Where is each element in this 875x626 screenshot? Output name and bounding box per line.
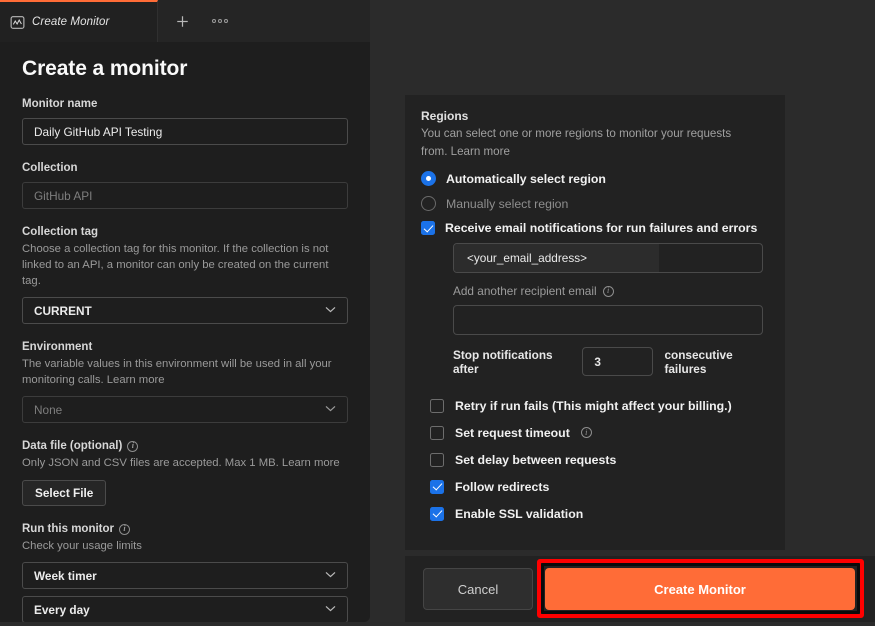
chevron-down-icon: [325, 605, 336, 615]
checkbox-email-notifications[interactable]: Receive email notifications for run fail…: [421, 221, 769, 235]
environment-value: None: [34, 402, 63, 417]
collection-input[interactable]: GitHub API: [22, 182, 348, 209]
collection-label: Collection: [22, 162, 78, 174]
monitor-options-panel: Regions You can select one or more regio…: [405, 95, 785, 550]
checkbox-enable-ssl-validation-label: Enable SSL validation: [455, 506, 584, 521]
radio-unselected-icon: [421, 196, 436, 211]
checkbox-set-request-timeout[interactable]: Set request timeout i: [430, 419, 769, 446]
checkbox-email-notifications-label: Receive email notifications for run fail…: [445, 221, 758, 235]
regions-title: Regions: [421, 109, 469, 123]
panel-gap: [370, 42, 405, 626]
data-file-label: Data file (optional) i: [22, 440, 348, 452]
environment-label: Environment: [22, 341, 93, 353]
collection-tag-select[interactable]: CURRENT: [22, 297, 348, 324]
data-file-label-text: Data file (optional): [22, 440, 123, 452]
checkbox-checked-icon: [430, 479, 444, 494]
field-data-file: Data file (optional) i Only JSON and CSV…: [22, 440, 348, 506]
add-another-recipient-input[interactable]: [453, 305, 763, 335]
radio-manual-select-region[interactable]: Manually select region: [421, 196, 769, 211]
tab-bar: Create Monitor: [0, 0, 875, 42]
checkbox-unchecked-icon: [430, 425, 444, 440]
checkbox-set-delay-between-requests-label: Set delay between requests: [455, 452, 617, 467]
checkbox-checked-icon: [430, 506, 444, 521]
tab-create-monitor[interactable]: Create Monitor: [0, 0, 158, 42]
collection-tag-help: Choose a collection tag for this monitor…: [22, 243, 329, 287]
run-monitor-label: Run this monitor i: [22, 523, 348, 535]
field-monitor-name: Monitor name Daily GitHub API Testing: [22, 98, 348, 145]
collection-tag-value: CURRENT: [34, 303, 92, 318]
advanced-options-list: Retry if run fails (This might affect yo…: [430, 392, 769, 527]
tab-label: Create Monitor: [32, 16, 110, 28]
radio-selected-icon: [421, 171, 436, 186]
checkbox-unchecked-icon: [430, 398, 444, 413]
email-notification-details: <your_email_address> Add another recipie…: [453, 243, 769, 376]
collection-tag-label: Collection tag: [22, 226, 99, 238]
plus-icon[interactable]: [170, 9, 194, 33]
stop-notifications-row: Stop notifications after 3 consecutive f…: [453, 347, 769, 376]
run-timer-value: Week timer: [34, 568, 97, 583]
create-monitor-button[interactable]: Create Monitor: [545, 568, 855, 610]
field-collection: Collection GitHub API: [22, 162, 348, 209]
field-environment: Environment The variable values in this …: [22, 341, 348, 423]
checkbox-retry-if-run-fails[interactable]: Retry if run fails (This might affect yo…: [430, 392, 769, 419]
checkbox-checked-icon: [421, 221, 435, 235]
checkbox-retry-if-run-fails-label: Retry if run fails (This might affect yo…: [455, 398, 732, 413]
run-timer-select[interactable]: Week timer: [22, 562, 348, 589]
select-file-button[interactable]: Select File: [22, 480, 107, 506]
footer-actions: Cancel Create Monitor: [405, 556, 875, 622]
window-bottom-edge: [0, 622, 875, 626]
environment-help: The variable values in this environment …: [22, 358, 332, 386]
environment-select[interactable]: None: [22, 396, 348, 423]
checkbox-enable-ssl-validation[interactable]: Enable SSL validation: [430, 500, 769, 527]
recipient-email-input[interactable]: <your_email_address>: [453, 243, 763, 273]
chevron-down-icon: [325, 405, 336, 415]
stop-notifications-prefix: Stop notifications after: [453, 347, 553, 376]
info-icon[interactable]: i: [580, 427, 592, 438]
monitor-name-label: Monitor name: [22, 98, 98, 110]
recipient-email-value: <your_email_address>: [454, 244, 659, 272]
info-icon[interactable]: i: [602, 285, 614, 297]
cancel-button[interactable]: Cancel: [423, 568, 533, 610]
checkbox-follow-redirects-label: Follow redirects: [455, 479, 550, 494]
checkbox-follow-redirects[interactable]: Follow redirects: [430, 473, 769, 500]
chevron-down-icon: [325, 306, 336, 316]
monitor-form-panel: Create a monitor Monitor name Daily GitH…: [0, 42, 370, 622]
monitor-name-input[interactable]: Daily GitHub API Testing: [22, 118, 348, 145]
add-another-recipient-text: Add another recipient email: [453, 284, 597, 298]
info-icon[interactable]: i: [119, 523, 130, 535]
tab-tools: [158, 0, 370, 42]
app-window: Create Monitor Create a monitor Monitor …: [0, 0, 875, 626]
page-title: Create a monitor: [22, 57, 188, 80]
run-monitor-help: Check your usage limits: [22, 540, 142, 552]
field-run-monitor: Run this monitor i Check your usage limi…: [22, 523, 348, 622]
footer-bar: Cancel Create Monitor: [405, 556, 875, 626]
info-icon[interactable]: i: [127, 440, 139, 452]
run-frequency-select[interactable]: Every day: [22, 596, 348, 622]
stop-notifications-suffix: consecutive failures: [664, 347, 733, 376]
data-file-help: Only JSON and CSV files are accepted. Ma…: [22, 457, 340, 469]
radio-manual-select-region-label: Manually select region: [446, 196, 569, 211]
checkbox-set-delay-between-requests[interactable]: Set delay between requests: [430, 446, 769, 473]
radio-auto-select-region-label: Automatically select region: [446, 171, 606, 186]
run-monitor-label-text: Run this monitor: [22, 523, 114, 535]
add-another-recipient-label: Add another recipient email i: [453, 284, 769, 298]
checkbox-unchecked-icon: [430, 452, 444, 467]
ellipsis-icon[interactable]: [208, 9, 232, 33]
field-collection-tag: Collection tag Choose a collection tag f…: [22, 226, 348, 324]
checkbox-set-request-timeout-label: Set request timeout: [455, 425, 570, 440]
run-frequency-value: Every day: [34, 602, 90, 617]
monitor-chart-icon: [10, 15, 25, 30]
stop-notifications-input[interactable]: 3: [582, 347, 654, 376]
regions-help: You can select one or more regions to mo…: [421, 127, 732, 158]
chevron-down-icon: [325, 571, 336, 581]
tab-bar-empty-area: [370, 0, 875, 42]
radio-auto-select-region[interactable]: Automatically select region: [421, 171, 769, 186]
